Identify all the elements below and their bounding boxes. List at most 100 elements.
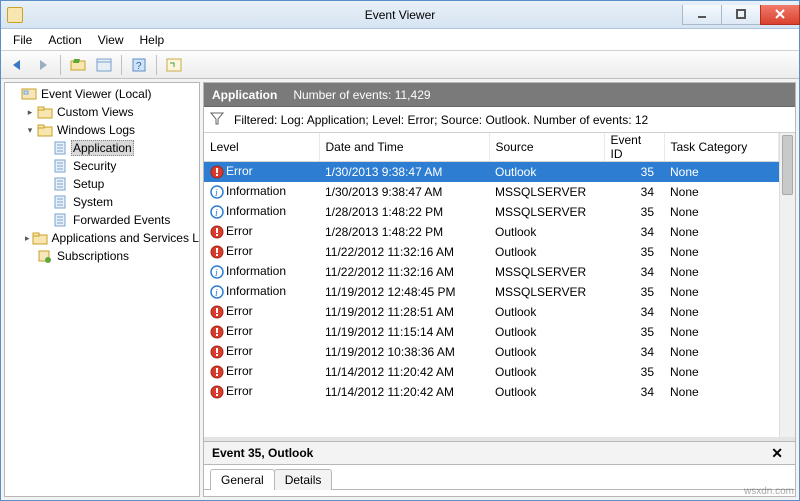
chevron-right-icon: [41, 197, 51, 207]
folder-icon: [37, 105, 53, 119]
forward-button[interactable]: [31, 54, 55, 76]
table-row[interactable]: Error1/28/2013 1:48:22 PMOutlook34None: [204, 222, 779, 242]
scrollbar-vertical[interactable]: [779, 133, 795, 437]
tree-item[interactable]: Forwarded Events: [5, 211, 199, 229]
close-button[interactable]: [760, 5, 800, 25]
details-title: Event 35, Outlook: [212, 446, 313, 460]
chevron-right-icon: [41, 143, 51, 153]
root-icon: [21, 87, 37, 101]
tab-general[interactable]: General: [210, 469, 275, 490]
chevron-right-icon: [41, 215, 51, 225]
table-row[interactable]: iInformation1/28/2013 1:48:22 PMMSSQLSER…: [204, 202, 779, 222]
table-row[interactable]: Error11/22/2012 11:32:16 AMOutlook35None: [204, 242, 779, 262]
menu-action[interactable]: Action: [40, 31, 89, 49]
column-header[interactable]: Event ID: [604, 133, 664, 162]
table-row[interactable]: iInformation1/30/2013 9:38:47 AMMSSQLSER…: [204, 182, 779, 202]
error-icon: [210, 225, 224, 239]
chevron-right-icon: [41, 161, 51, 171]
tree-item[interactable]: ▸ Custom Views: [5, 103, 199, 121]
column-header[interactable]: Task Category: [664, 133, 779, 162]
chevron-right-icon: [41, 179, 51, 189]
event-table[interactable]: LevelDate and TimeSourceEvent IDTask Cat…: [204, 133, 779, 402]
info-icon: i: [210, 185, 224, 199]
tree-item-label: Windows Logs: [55, 123, 137, 137]
main-header: Application Number of events: 11,429: [204, 83, 795, 107]
table-row[interactable]: Error11/19/2012 10:38:36 AMOutlook34None: [204, 342, 779, 362]
tree-item[interactable]: Setup: [5, 175, 199, 193]
subs-icon: [37, 249, 53, 263]
table-row[interactable]: iInformation11/22/2012 11:32:16 AMMSSQLS…: [204, 262, 779, 282]
svg-text:i: i: [215, 208, 218, 219]
chevron-right-icon: [9, 89, 19, 99]
column-header[interactable]: Date and Time: [319, 133, 489, 162]
folder-icon: [32, 231, 48, 245]
tree-item[interactable]: Security: [5, 157, 199, 175]
error-icon: [210, 385, 224, 399]
main-panel: Application Number of events: 11,429 Fil…: [203, 82, 796, 497]
table-row[interactable]: Error11/14/2012 11:20:42 AMOutlook34None: [204, 382, 779, 402]
details-close-button[interactable]: ✕: [767, 445, 787, 462]
svg-text:?: ?: [136, 61, 142, 72]
menu-help[interactable]: Help: [132, 31, 173, 49]
tree-item-label: Setup: [71, 177, 106, 191]
details-title-bar: Event 35, Outlook ✕: [204, 441, 795, 465]
menubar: FileActionViewHelp: [1, 29, 799, 51]
svg-text:i: i: [215, 188, 218, 199]
tree-item-label: Security: [71, 159, 118, 173]
app-icon: [7, 7, 23, 23]
main-heading: Application: [212, 88, 277, 102]
event-list-region: LevelDate and TimeSourceEvent IDTask Cat…: [204, 133, 795, 437]
details-panel: Event 35, Outlook ✕ GeneralDetails: [204, 437, 795, 496]
chevron-right-icon[interactable]: ▸: [25, 107, 35, 117]
menu-file[interactable]: File: [5, 31, 40, 49]
toolbar-separator: [60, 55, 61, 75]
chevron-right-icon[interactable]: ▸: [25, 233, 30, 243]
refresh-button[interactable]: [162, 54, 186, 76]
tree-item[interactable]: Event Viewer (Local): [5, 85, 199, 103]
tree-panel[interactable]: Event Viewer (Local) ▸ Custom Views ▾ Window…: [4, 82, 200, 497]
minimize-button[interactable]: [682, 5, 722, 25]
back-button[interactable]: [5, 54, 29, 76]
error-icon: [210, 345, 224, 359]
log-icon: [53, 195, 69, 209]
window-controls: [682, 5, 799, 25]
table-row[interactable]: Error11/14/2012 11:20:42 AMOutlook35None: [204, 362, 779, 382]
filter-text: Filtered: Log: Application; Level: Error…: [234, 113, 648, 127]
column-header[interactable]: Source: [489, 133, 604, 162]
tree-item[interactable]: Application: [5, 139, 199, 157]
body-area: Event Viewer (Local) ▸ Custom Views ▾ Window…: [1, 79, 799, 500]
log-icon: [53, 177, 69, 191]
tree-item-label: Custom Views: [55, 105, 135, 119]
table-row[interactable]: iInformation11/19/2012 12:48:45 PMMSSQLS…: [204, 282, 779, 302]
folder-icon: [37, 123, 53, 137]
info-icon: i: [210, 285, 224, 299]
maximize-button[interactable]: [721, 5, 761, 25]
tree-item[interactable]: System: [5, 193, 199, 211]
error-icon: [210, 165, 224, 179]
filter-icon: [210, 111, 224, 128]
tree-item-label: Application: [71, 140, 134, 156]
titlebar: Event Viewer: [1, 1, 799, 29]
properties-button[interactable]: [92, 54, 116, 76]
svg-text:i: i: [215, 288, 218, 299]
table-row[interactable]: Error11/19/2012 11:28:51 AMOutlook34None: [204, 302, 779, 322]
table-row[interactable]: Error11/19/2012 11:15:14 AMOutlook35None: [204, 322, 779, 342]
help-button[interactable]: ?: [127, 54, 151, 76]
log-icon: [53, 213, 69, 227]
details-tabs: GeneralDetails: [204, 465, 795, 489]
tree-item[interactable]: Subscriptions: [5, 247, 199, 265]
show-hide-tree-button[interactable]: [66, 54, 90, 76]
menu-view[interactable]: View: [90, 31, 132, 49]
tree-item-label: Subscriptions: [55, 249, 131, 263]
info-icon: i: [210, 205, 224, 219]
main-subheading: Number of events: 11,429: [293, 88, 430, 102]
error-icon: [210, 305, 224, 319]
table-row[interactable]: Error1/30/2013 9:38:47 AMOutlook35None: [204, 162, 779, 182]
log-icon: [53, 141, 69, 155]
tree-item[interactable]: ▾ Windows Logs: [5, 121, 199, 139]
tree-item[interactable]: ▸Applications and Services Logs: [5, 229, 199, 247]
toolbar: ?: [1, 51, 799, 79]
column-header[interactable]: Level: [204, 133, 319, 162]
tab-details[interactable]: Details: [274, 469, 333, 490]
chevron-down-icon[interactable]: ▾: [25, 125, 35, 135]
